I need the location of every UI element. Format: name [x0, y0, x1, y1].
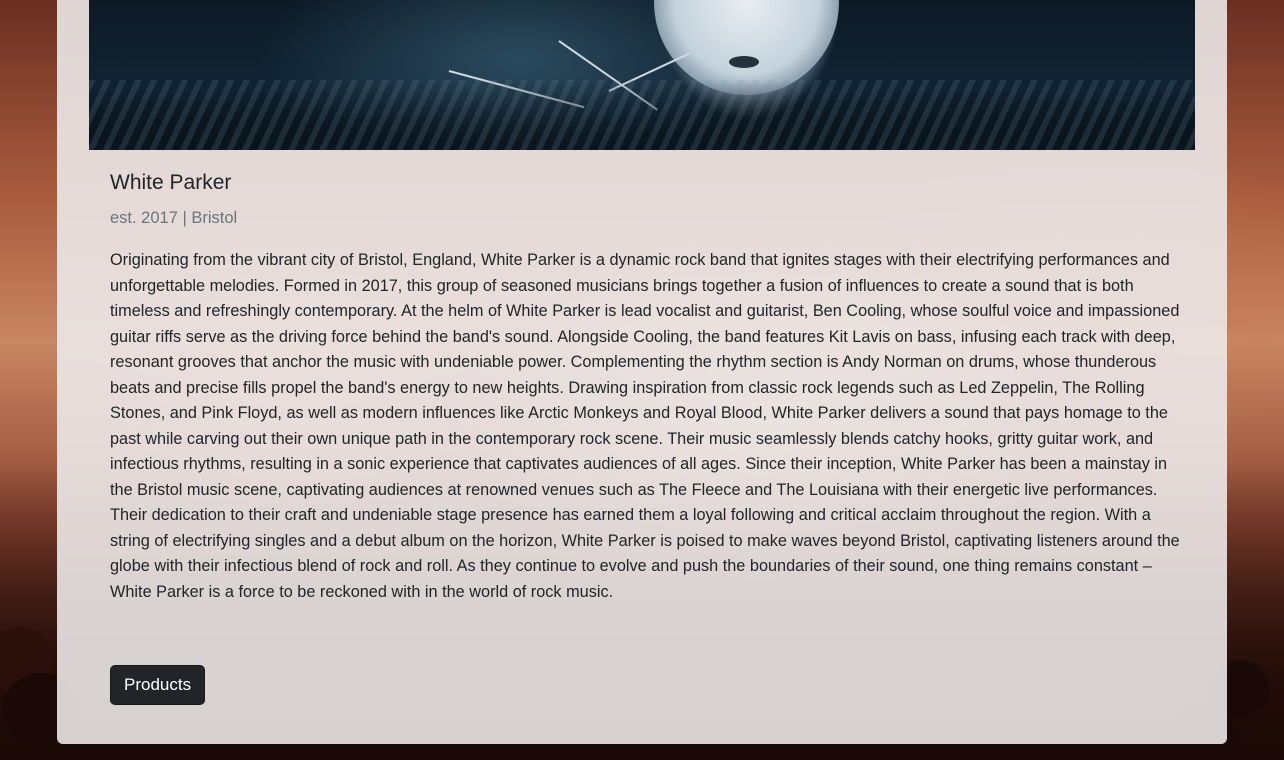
- band-bio: Originating from the vibrant city of Bri…: [110, 251, 1180, 601]
- stage-floor: [89, 80, 1195, 150]
- band-photo: [89, 0, 1195, 150]
- band-card: White Parker est. 2017 | Bristol Origina…: [57, 0, 1227, 744]
- band-meta: est. 2017 | Bristol: [110, 209, 238, 227]
- drum-logo: [729, 56, 759, 68]
- band-name: White Parker: [110, 171, 232, 194]
- products-button[interactable]: Products: [110, 665, 206, 705]
